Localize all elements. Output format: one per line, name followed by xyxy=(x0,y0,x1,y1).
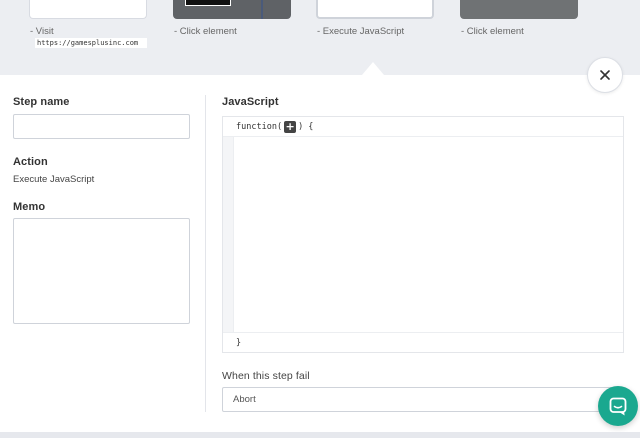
fail-action-select[interactable]: Abort xyxy=(222,387,624,412)
step-label: - Execute JavaScript xyxy=(317,26,405,37)
step-thumbnail[interactable] xyxy=(29,0,147,19)
page: - Visit https://gamesplusinc.com - Click… xyxy=(0,0,640,438)
action-label: Action xyxy=(13,156,48,168)
step-url: https://gamesplusinc.com xyxy=(35,38,147,48)
step-name-label: Step name xyxy=(13,96,70,108)
memo-label: Memo xyxy=(13,201,46,213)
step-thumbnail[interactable] xyxy=(316,0,434,19)
code-function-open: function( xyxy=(236,121,283,132)
thumbnail-screenshot xyxy=(185,0,231,6)
step-label: - Visit xyxy=(30,26,54,37)
close-icon xyxy=(600,70,610,80)
code-body-input[interactable] xyxy=(234,137,623,332)
fail-action-value: Abort xyxy=(233,394,256,405)
thumbnail-divider xyxy=(261,0,263,19)
javascript-editor[interactable]: function( + ) { } xyxy=(222,116,624,353)
steps-strip: - Visit https://gamesplusinc.com - Click… xyxy=(0,0,640,75)
selected-step-pointer xyxy=(362,62,384,75)
code-gutter xyxy=(223,137,234,332)
code-closing-brace: } xyxy=(236,337,242,348)
bottom-bar xyxy=(0,432,640,438)
fail-action-label: When this step fail xyxy=(222,370,310,382)
close-button[interactable] xyxy=(587,57,623,93)
chat-button[interactable] xyxy=(598,386,638,426)
step-thumbnail[interactable] xyxy=(173,0,291,19)
step-thumbnail[interactable] xyxy=(460,0,578,19)
chat-icon xyxy=(609,397,627,416)
code-function-close: ) { xyxy=(298,121,314,132)
step-name-input[interactable] xyxy=(13,114,190,139)
memo-textarea[interactable] xyxy=(13,218,190,324)
code-header: function( + ) { xyxy=(223,117,623,137)
plus-icon[interactable]: + xyxy=(284,120,297,133)
step-label: - Click element xyxy=(174,26,237,37)
javascript-label: JavaScript xyxy=(222,96,279,108)
step-label: - Click element xyxy=(461,26,524,37)
column-divider xyxy=(205,95,206,412)
action-value: Execute JavaScript xyxy=(13,174,95,185)
code-footer: } xyxy=(223,332,623,352)
